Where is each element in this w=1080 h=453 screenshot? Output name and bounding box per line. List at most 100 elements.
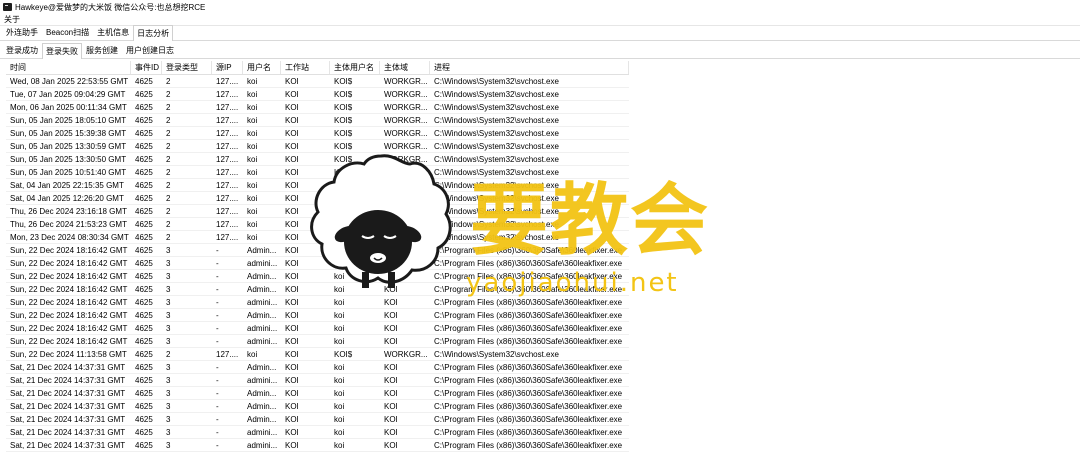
cell-username: koi: [247, 102, 258, 112]
cell-source-ip: -: [216, 245, 219, 255]
cell-event-id: 4625: [135, 128, 153, 138]
table-row[interactable]: Sun, 05 Jan 2025 13:30:59 GMT 4625 2 127...…: [6, 140, 629, 153]
table-row[interactable]: Wed, 08 Jan 2025 22:53:55 GMT 4625 2 127...…: [6, 75, 629, 88]
cell-time: Sun, 05 Jan 2025 10:51:40 GMT: [10, 167, 127, 177]
column-header-process[interactable]: 进程: [430, 61, 629, 74]
cell-logon-type: 3: [166, 323, 171, 333]
cell-time: Sat, 04 Jan 2025 22:15:35 GMT: [10, 180, 124, 190]
cell-logon-type: 2: [166, 102, 171, 112]
column-header-logon-type[interactable]: 登录类型: [162, 61, 212, 74]
cell-subject-user: KOI$: [334, 219, 353, 229]
cell-subject-domain: WORKGR...: [384, 102, 428, 112]
table-row[interactable]: Sat, 21 Dec 2024 14:37:31 GMT 4625 3 - Admin…: [6, 400, 629, 413]
cell-workstation: KOI: [285, 102, 299, 112]
tab-outbound-helper[interactable]: 外连助手: [2, 24, 42, 40]
cell-time: Sat, 21 Dec 2024 14:37:31 GMT: [10, 440, 126, 450]
table-row[interactable]: Thu, 26 Dec 2024 21:53:23 GMT 4625 2 127...…: [6, 218, 629, 231]
table-row[interactable]: Sun, 05 Jan 2025 18:05:10 GMT 4625 2 127...…: [6, 114, 629, 127]
cell-process: C:\Windows\System32\svchost.exe: [434, 206, 559, 216]
cell-event-id: 4625: [135, 102, 153, 112]
cell-source-ip: 127....: [216, 219, 239, 229]
table-row[interactable]: Tue, 07 Jan 2025 09:04:29 GMT 4625 2 127...…: [6, 88, 629, 101]
cell-source-ip: -: [216, 375, 219, 385]
cell-subject-user: koi: [334, 271, 345, 281]
table-row[interactable]: Sun, 22 Dec 2024 18:16:42 GMT 4625 3 - admin…: [6, 296, 629, 309]
tab-host-info[interactable]: 主机信息: [93, 24, 133, 40]
cell-subject-domain: KOI: [384, 427, 398, 437]
cell-process: C:\Windows\System32\svchost.exe: [434, 167, 559, 177]
cell-logon-type: 2: [166, 349, 171, 359]
cell-event-id: 4625: [135, 440, 153, 450]
cell-username: koi: [247, 154, 258, 164]
cell-source-ip: 127....: [216, 232, 239, 242]
table-row[interactable]: Sun, 05 Jan 2025 10:51:40 GMT 4625 2 127...…: [6, 166, 629, 179]
subtab-service-creation[interactable]: 服务创建: [82, 42, 122, 58]
column-header-username[interactable]: 用户名: [243, 61, 281, 74]
cell-workstation: KOI: [285, 167, 299, 177]
cell-workstation: KOI: [285, 232, 299, 242]
table-row[interactable]: Sun, 22 Dec 2024 11:13:58 GMT 4625 2 127...…: [6, 348, 629, 361]
column-header-subject-domain[interactable]: 主体域: [380, 61, 430, 74]
cell-username: admini...: [247, 297, 278, 307]
column-header-subject-user[interactable]: 主体用户名: [330, 61, 380, 74]
cell-time: Sat, 21 Dec 2024 14:37:31 GMT: [10, 427, 126, 437]
subtab-user-creation-log[interactable]: 用户创建日志: [122, 42, 178, 58]
tab-log-analysis[interactable]: 日志分析: [133, 25, 174, 41]
cell-logon-type: 3: [166, 336, 171, 346]
cell-time: Sat, 21 Dec 2024 14:37:31 GMT: [10, 375, 126, 385]
cell-subject-domain: KOI: [384, 258, 398, 268]
cell-event-id: 4625: [135, 414, 153, 424]
cell-process: C:\Program Files (x86)\360\360Safe\360le…: [434, 440, 623, 450]
cell-source-ip: -: [216, 271, 219, 281]
cell-workstation: KOI: [285, 245, 299, 255]
cell-subject-user: KOI$: [334, 180, 353, 190]
cell-workstation: KOI: [285, 323, 299, 333]
table-row[interactable]: Sun, 22 Dec 2024 18:16:42 GMT 4625 3 - admin…: [6, 257, 629, 270]
table-row[interactable]: Mon, 23 Dec 2024 08:30:34 GMT 4625 2 127...…: [6, 231, 629, 244]
cell-username: koi: [247, 232, 258, 242]
table-row[interactable]: Sun, 05 Jan 2025 13:30:50 GMT 4625 2 127...…: [6, 153, 629, 166]
table-row[interactable]: Sat, 21 Dec 2024 14:37:31 GMT 4625 3 - Admin…: [6, 387, 629, 400]
cell-username: koi: [247, 115, 258, 125]
cell-logon-type: 2: [166, 141, 171, 151]
column-header-workstation[interactable]: 工作站: [281, 61, 330, 74]
table-row[interactable]: Sun, 22 Dec 2024 18:16:42 GMT 4625 3 - Admin…: [6, 270, 629, 283]
cell-logon-type: 2: [166, 167, 171, 177]
table-row[interactable]: Sat, 04 Jan 2025 12:26:20 GMT 4625 2 127...…: [6, 192, 629, 205]
table-row[interactable]: Sun, 05 Jan 2025 15:39:38 GMT 4625 2 127...…: [6, 127, 629, 140]
table-row[interactable]: Thu, 26 Dec 2024 23:16:18 GMT 4625 2 127...…: [6, 205, 629, 218]
tab-beacon-scan[interactable]: Beacon扫描: [42, 24, 93, 40]
table-row[interactable]: Sun, 22 Dec 2024 18:16:42 GMT 4625 3 - admin…: [6, 335, 629, 348]
column-header-source-ip[interactable]: 源IP: [212, 61, 243, 74]
cell-process: C:\Program Files (x86)\360\360Safe\360le…: [434, 284, 623, 294]
cell-logon-type: 2: [166, 180, 171, 190]
table-row[interactable]: Sat, 21 Dec 2024 14:37:31 GMT 4625 3 - admin…: [6, 426, 629, 439]
cell-subject-domain: KOI: [384, 310, 398, 320]
table-row[interactable]: Sat, 21 Dec 2024 14:37:31 GMT 4625 3 - admin…: [6, 374, 629, 387]
cell-subject-user: KOI$: [334, 102, 353, 112]
table-row[interactable]: Sun, 22 Dec 2024 18:16:42 GMT 4625 3 - Admin…: [6, 309, 629, 322]
cell-subject-domain: WORKGR...: [384, 349, 428, 359]
cell-subject-domain: KOI: [384, 336, 398, 346]
subtab-login-failure[interactable]: 登录失败: [42, 43, 82, 59]
cell-process: C:\Program Files (x86)\360\360Safe\360le…: [434, 297, 623, 307]
cell-process: C:\Program Files (x86)\360\360Safe\360le…: [434, 258, 623, 268]
cell-workstation: KOI: [285, 362, 299, 372]
cell-logon-type: 3: [166, 362, 171, 372]
table-row[interactable]: Sat, 21 Dec 2024 14:37:31 GMT 4625 3 - admin…: [6, 439, 629, 452]
sub-tabs: 登录成功 登录失败 服务创建 用户创建日志: [0, 42, 1080, 59]
table-row[interactable]: Sun, 22 Dec 2024 18:16:42 GMT 4625 3 - Admin…: [6, 283, 629, 296]
subtab-login-success[interactable]: 登录成功: [2, 42, 42, 58]
column-header-event-id[interactable]: 事件ID: [131, 61, 162, 74]
cell-time: Sun, 22 Dec 2024 11:13:58 GMT: [10, 349, 127, 359]
table-row[interactable]: Sat, 04 Jan 2025 22:15:35 GMT 4625 2 127...…: [6, 179, 629, 192]
table-row[interactable]: Sun, 22 Dec 2024 18:16:42 GMT 4625 3 - admin…: [6, 322, 629, 335]
cell-subject-domain: KOI: [384, 388, 398, 398]
table-row[interactable]: Sat, 21 Dec 2024 14:37:31 GMT 4625 3 - Admin…: [6, 413, 629, 426]
cell-subject-user: KOI$: [334, 206, 353, 216]
cell-event-id: 4625: [135, 310, 153, 320]
table-row[interactable]: Sat, 21 Dec 2024 14:37:31 GMT 4625 3 - Admin…: [6, 361, 629, 374]
table-row[interactable]: Mon, 06 Jan 2025 00:11:34 GMT 4625 2 127...…: [6, 101, 629, 114]
table-row[interactable]: Sun, 22 Dec 2024 18:16:42 GMT 4625 3 - Admin…: [6, 244, 629, 257]
column-header-time[interactable]: 时间: [6, 61, 131, 74]
